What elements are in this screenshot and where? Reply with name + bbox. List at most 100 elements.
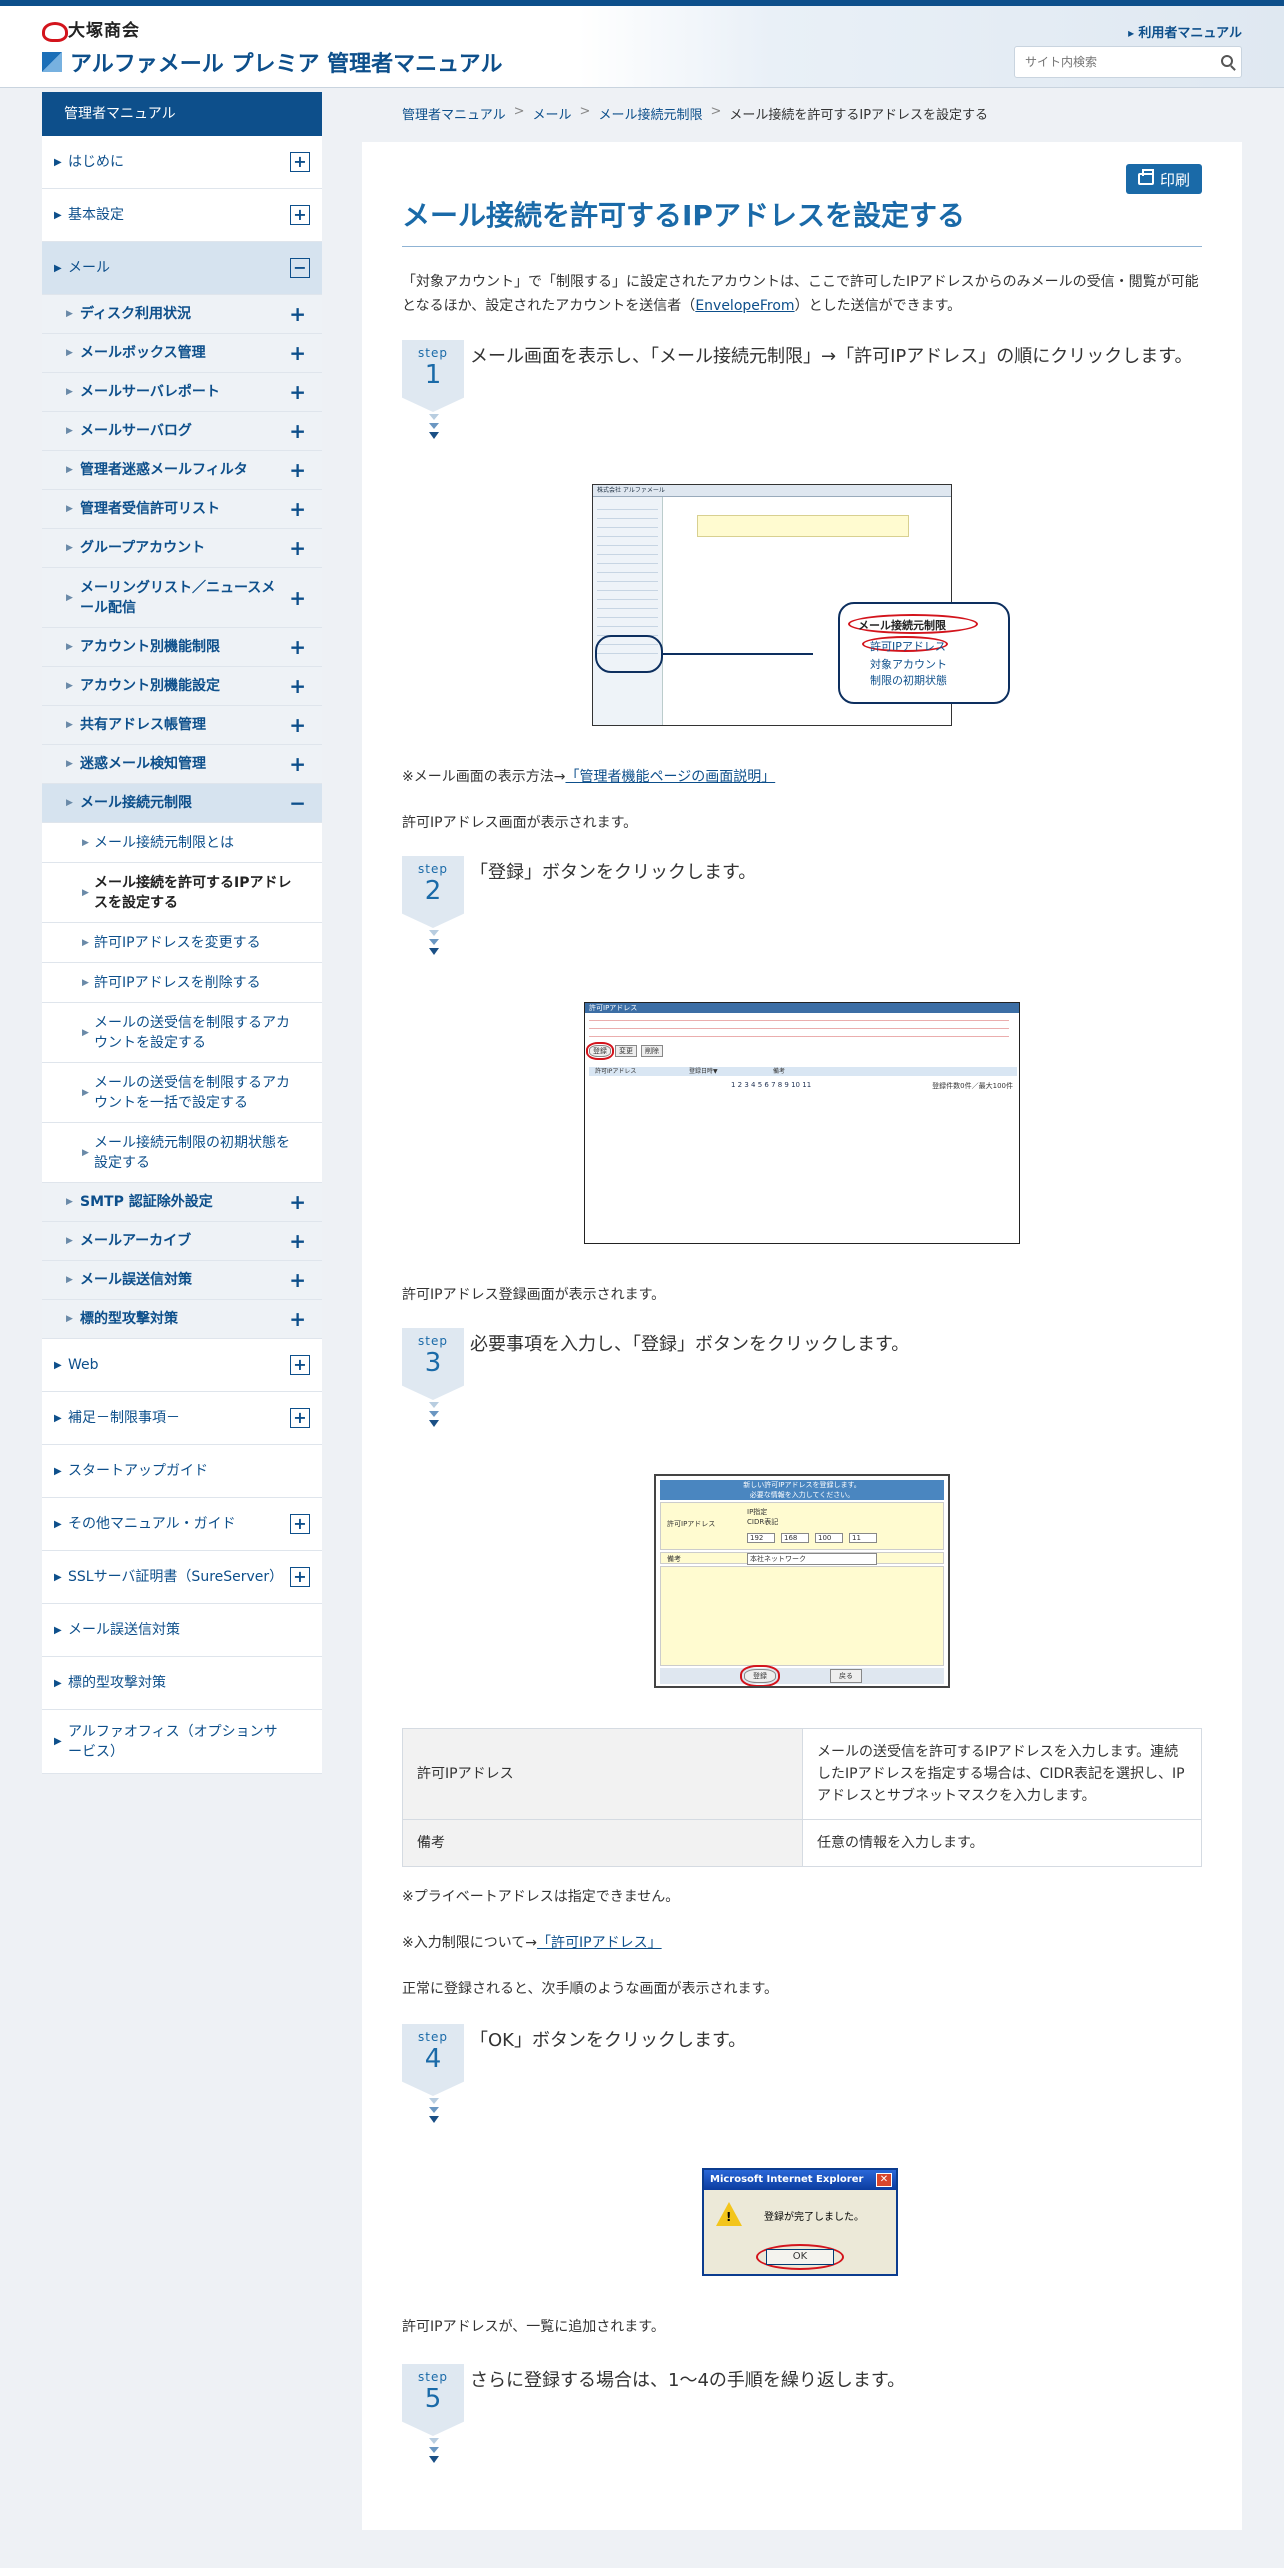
expand-toggle-icon[interactable]: + xyxy=(289,497,306,521)
caret-right-icon: ▶ xyxy=(66,642,73,652)
sidebar-item-targeted-top[interactable]: ▶ 標的型攻撃対策 xyxy=(42,1657,322,1710)
sidebar-item-conn-restrict-about[interactable]: ▶ メール接続元制限とは xyxy=(42,823,322,863)
sidebar-heading[interactable]: 管理者マニュアル xyxy=(42,92,322,136)
sidebar-item-func-limit[interactable]: ▶ アカウント別機能制限 + xyxy=(42,628,322,667)
expand-toggle-icon[interactable]: + xyxy=(290,205,310,225)
caret-right-icon: ▶ xyxy=(66,309,73,319)
result-text: 許可IPアドレスが、一覧に追加されます。 xyxy=(402,2319,665,2335)
allowed-ip-link[interactable]: 「許可IPアドレス」 xyxy=(537,1935,662,1951)
expand-toggle-icon[interactable]: + xyxy=(289,380,306,404)
step-text: メール画面を表示し、「メール接続元制限」→「許可IPアドレス」の順にクリックしま… xyxy=(470,346,1193,367)
expand-toggle-icon[interactable]: + xyxy=(289,586,306,610)
step-number: 1 xyxy=(424,360,442,390)
sidebar-item-ip-change[interactable]: ▶ 許可IPアドレスを変更する xyxy=(42,923,322,963)
breadcrumb-item[interactable]: メール接続元制限 xyxy=(598,104,702,123)
shot1-sidebar xyxy=(593,497,663,725)
step-number: 5 xyxy=(424,2384,442,2414)
sidebar-item-mail[interactable]: ▶ メール − xyxy=(42,242,322,295)
expand-toggle-icon[interactable]: + xyxy=(290,1408,310,1428)
caret-right-icon: ▶ xyxy=(66,798,73,808)
sidebar-item-startup[interactable]: ▶ スタートアップガイド xyxy=(42,1445,322,1498)
sidebar-item-func-setting[interactable]: ▶ アカウント別機能設定 + xyxy=(42,667,322,706)
expand-toggle-icon[interactable]: − xyxy=(290,258,310,278)
sidebar-item-alpha-office[interactable]: ▶ アルファオフィス（オプションサービス） xyxy=(42,1710,322,1774)
shot3-head: 新しい許可IPアドレスを登録します。 xyxy=(743,1481,861,1489)
print-button[interactable]: 印刷 xyxy=(1126,164,1202,194)
sidebar-item-allow-list[interactable]: ▶ 管理者受信許可リスト + xyxy=(42,490,322,529)
expand-toggle-icon[interactable]: + xyxy=(289,674,306,698)
sidebar-item-misdelivery[interactable]: ▶ メール誤送信対策 + xyxy=(42,1261,322,1300)
result-text: 許可IPアドレス登録画面が表示されます。 xyxy=(402,1287,666,1303)
step-arrow-icon xyxy=(426,930,442,970)
note-text: ※入力制限について→ xyxy=(402,1935,538,1951)
sidebar-item-ssl[interactable]: ▶ SSLサーバ証明書（SureServer） + xyxy=(42,1551,322,1604)
breadcrumb-item[interactable]: 管理者マニュアル xyxy=(402,104,506,123)
sidebar-item-spam-detect[interactable]: ▶ 迷惑メール検知管理 + xyxy=(42,745,322,784)
breadcrumb-item[interactable]: メール xyxy=(533,104,572,123)
expand-toggle-icon[interactable]: + xyxy=(290,152,310,172)
step-number: 3 xyxy=(424,1348,442,1378)
expand-toggle-icon[interactable]: + xyxy=(289,1268,306,1292)
sidebar-item-server-log[interactable]: ▶ メールサーバログ + xyxy=(42,412,322,451)
sidebar-item-conn-allow-ip[interactable]: ▶ メール接続を許可するIPアドレスを設定する xyxy=(42,863,322,923)
expand-toggle-icon[interactable]: + xyxy=(290,1355,310,1375)
sidebar-item-label: メール接続元制限とは xyxy=(94,834,234,851)
search-input[interactable] xyxy=(1015,47,1205,77)
sidebar-item-shared-address[interactable]: ▶ 共有アドレス帳管理 + xyxy=(42,706,322,745)
step-badge: step 5 xyxy=(402,2364,464,2436)
shot2-register-button: 登録 xyxy=(586,1042,614,1060)
expand-toggle-icon[interactable]: + xyxy=(289,1229,306,1253)
shot2-change-button: 変更 xyxy=(615,1045,637,1057)
sidebar-item-ip-delete[interactable]: ▶ 許可IPアドレスを削除する xyxy=(42,963,322,1003)
expand-toggle-icon[interactable]: + xyxy=(289,752,306,776)
caret-right-icon: ▶ xyxy=(66,387,73,397)
envelope-from-link[interactable]: EnvelopeFrom xyxy=(695,298,794,314)
caret-right-icon: ▶ xyxy=(54,156,62,168)
caret-right-icon: ▶ xyxy=(66,1314,73,1324)
expand-toggle-icon[interactable]: + xyxy=(289,341,306,365)
sidebar-item-smtp-auth[interactable]: ▶ SMTP 認証除外設定 + xyxy=(42,1183,322,1222)
expand-toggle-icon[interactable]: + xyxy=(289,302,306,326)
sidebar-item-conn-restrict[interactable]: ▶ メール接続元制限 − xyxy=(42,784,322,823)
user-manual-link[interactable]: 利用者マニュアル xyxy=(1128,22,1242,41)
search-icon[interactable] xyxy=(1221,55,1233,67)
sidebar-item-group[interactable]: ▶ グループアカウント + xyxy=(42,529,322,568)
sidebar-item-server-report[interactable]: ▶ メールサーバレポート + xyxy=(42,373,322,412)
site-title[interactable]: アルファメール プレミア 管理者マニュアル xyxy=(42,46,502,78)
sidebar-item-mailbox[interactable]: ▶ メールボックス管理 + xyxy=(42,334,322,373)
company-logo[interactable]: 大塚商会 xyxy=(42,16,140,42)
sidebar-item-label: メール誤送信対策 xyxy=(68,1622,180,1638)
sidebar-item-spam-filter[interactable]: ▶ 管理者迷惑メールフィルタ + xyxy=(42,451,322,490)
sidebar-item-disk[interactable]: ▶ ディスク利用状況 + xyxy=(42,295,322,334)
site-title-icon xyxy=(42,52,62,72)
caret-right-icon: ▶ xyxy=(66,592,73,603)
sidebar-item-restrict-default[interactable]: ▶ メール接続元制限の初期状態を設定する xyxy=(42,1123,322,1183)
sidebar-item-intro[interactable]: ▶ はじめに + xyxy=(42,136,322,189)
sidebar-item-mailing-list[interactable]: ▶ メーリングリスト／ニュースメール配信 + xyxy=(42,568,322,628)
expand-toggle-icon[interactable]: + xyxy=(289,1190,306,1214)
sidebar-item-other-manuals[interactable]: ▶ その他マニュアル・ガイド + xyxy=(42,1498,322,1551)
admin-screen-link[interactable]: 「管理者機能ページの画面説明」 xyxy=(565,769,775,785)
expand-toggle-icon[interactable]: + xyxy=(289,536,306,560)
expand-toggle-icon[interactable]: − xyxy=(289,791,306,815)
sidebar-item-restrict-bulk[interactable]: ▶ メールの送受信を制限するアカウントを一括で設定する xyxy=(42,1063,322,1123)
expand-toggle-icon[interactable]: + xyxy=(290,1514,310,1534)
sidebar-item-web[interactable]: ▶ Web + xyxy=(42,1339,322,1392)
sidebar-item-archive[interactable]: ▶ メールアーカイブ + xyxy=(42,1222,322,1261)
expand-toggle-icon[interactable]: + xyxy=(289,458,306,482)
shot2-pager: 1 2 3 4 5 6 7 8 9 10 11 xyxy=(731,1081,812,1089)
sidebar-item-label: アカウント別機能制限 xyxy=(80,639,220,655)
sidebar-item-basic[interactable]: ▶ 基本設定 + xyxy=(42,189,322,242)
expand-toggle-icon[interactable]: + xyxy=(290,1567,310,1587)
expand-toggle-icon[interactable]: + xyxy=(289,713,306,737)
sidebar-item-misdelivery-top[interactable]: ▶ メール誤送信対策 xyxy=(42,1604,322,1657)
sidebar-item-supplement[interactable]: ▶ 補足－制限事項－ + xyxy=(42,1392,322,1445)
step-arrow-icon xyxy=(426,1402,442,1442)
expand-toggle-icon[interactable]: + xyxy=(289,1307,306,1331)
sidebar-item-targeted-attack[interactable]: ▶ 標的型攻撃対策 + xyxy=(42,1300,322,1339)
breadcrumb: 管理者マニュアル > メール > メール接続元制限 > メール接続を許可するIP… xyxy=(402,104,988,123)
sidebar-item-restrict-account[interactable]: ▶ メールの送受信を制限するアカウントを設定する xyxy=(42,1003,322,1063)
expand-toggle-icon[interactable]: + xyxy=(289,419,306,443)
expand-toggle-icon[interactable]: + xyxy=(289,635,306,659)
close-icon: ✕ xyxy=(876,2173,892,2187)
